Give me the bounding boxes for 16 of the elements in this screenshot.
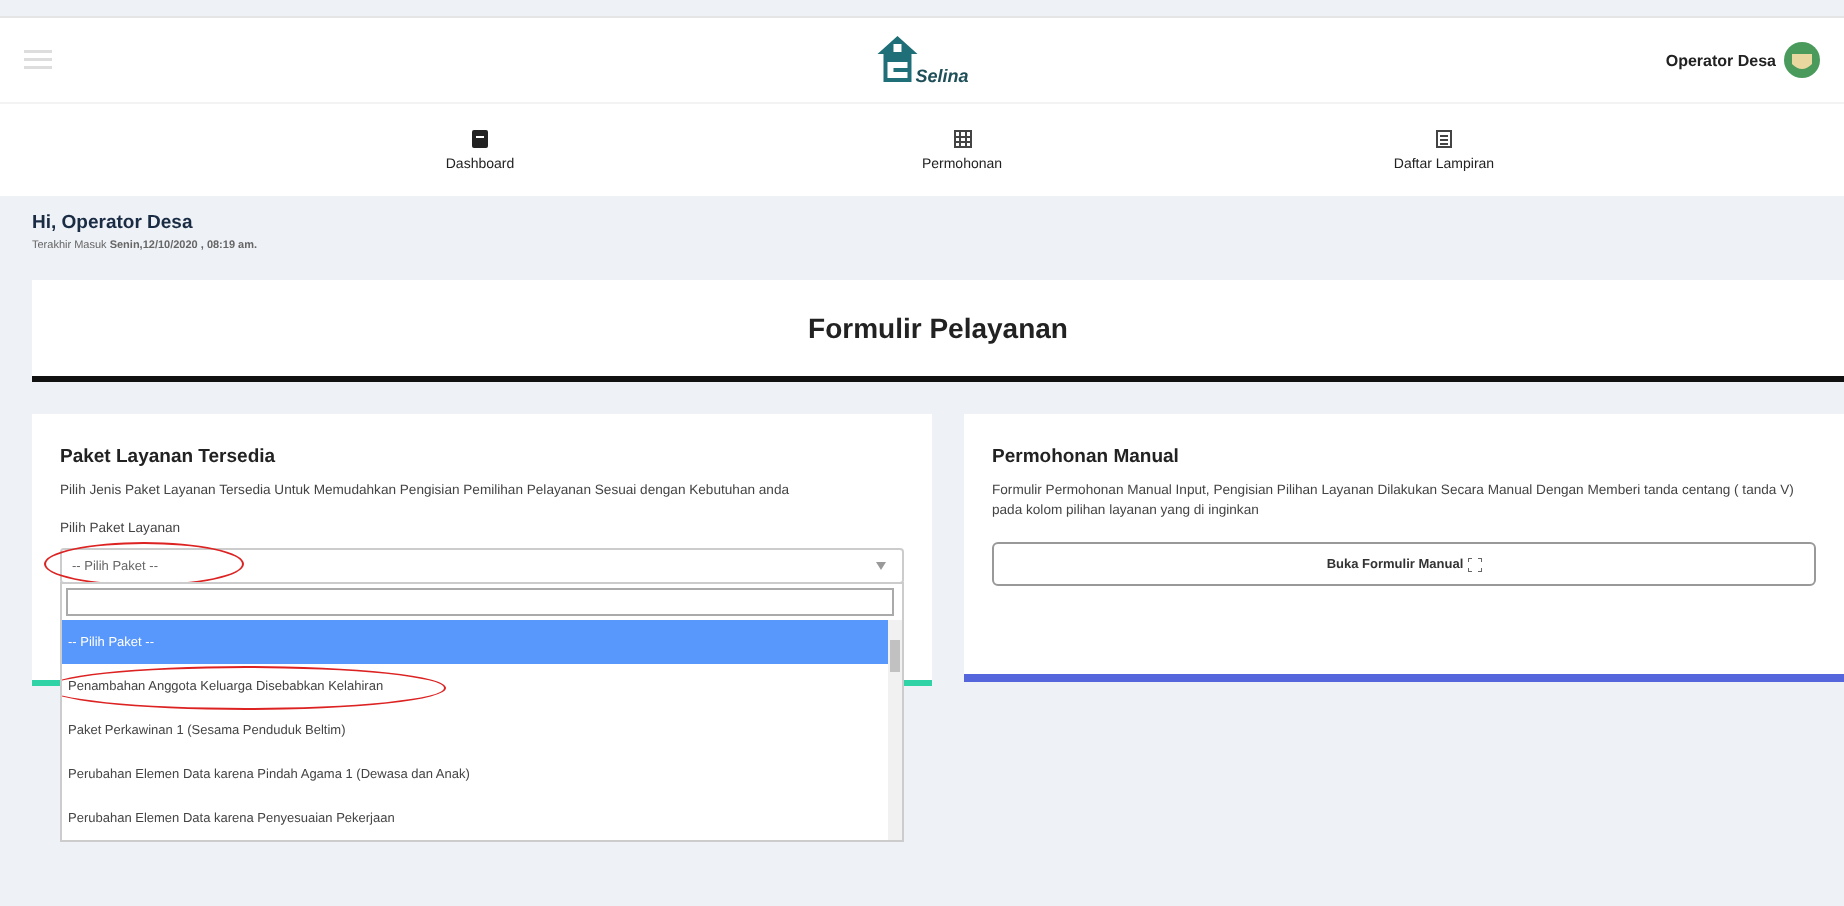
card-title: Permohonan Manual [992, 446, 1181, 468]
house-logo-icon [875, 34, 920, 86]
menu-icon[interactable] [24, 50, 52, 70]
list-icon [1436, 129, 1452, 147]
logo-text: Selina [915, 66, 969, 86]
page-title: Formulir Pelayanan [808, 312, 1068, 344]
expand-icon [1467, 557, 1482, 572]
scrollbar[interactable] [888, 620, 902, 841]
caret-icon [876, 562, 886, 571]
note-icon [472, 129, 488, 147]
user-name[interactable]: Operator Desa [1665, 51, 1776, 69]
table-icon [953, 129, 971, 147]
avatar-icon[interactable] [1784, 42, 1820, 78]
card-title: Paket Layanan Tersedia [60, 446, 278, 468]
greeting-title: Hi, Operator Desa [32, 212, 195, 234]
search-field[interactable] [66, 588, 894, 617]
